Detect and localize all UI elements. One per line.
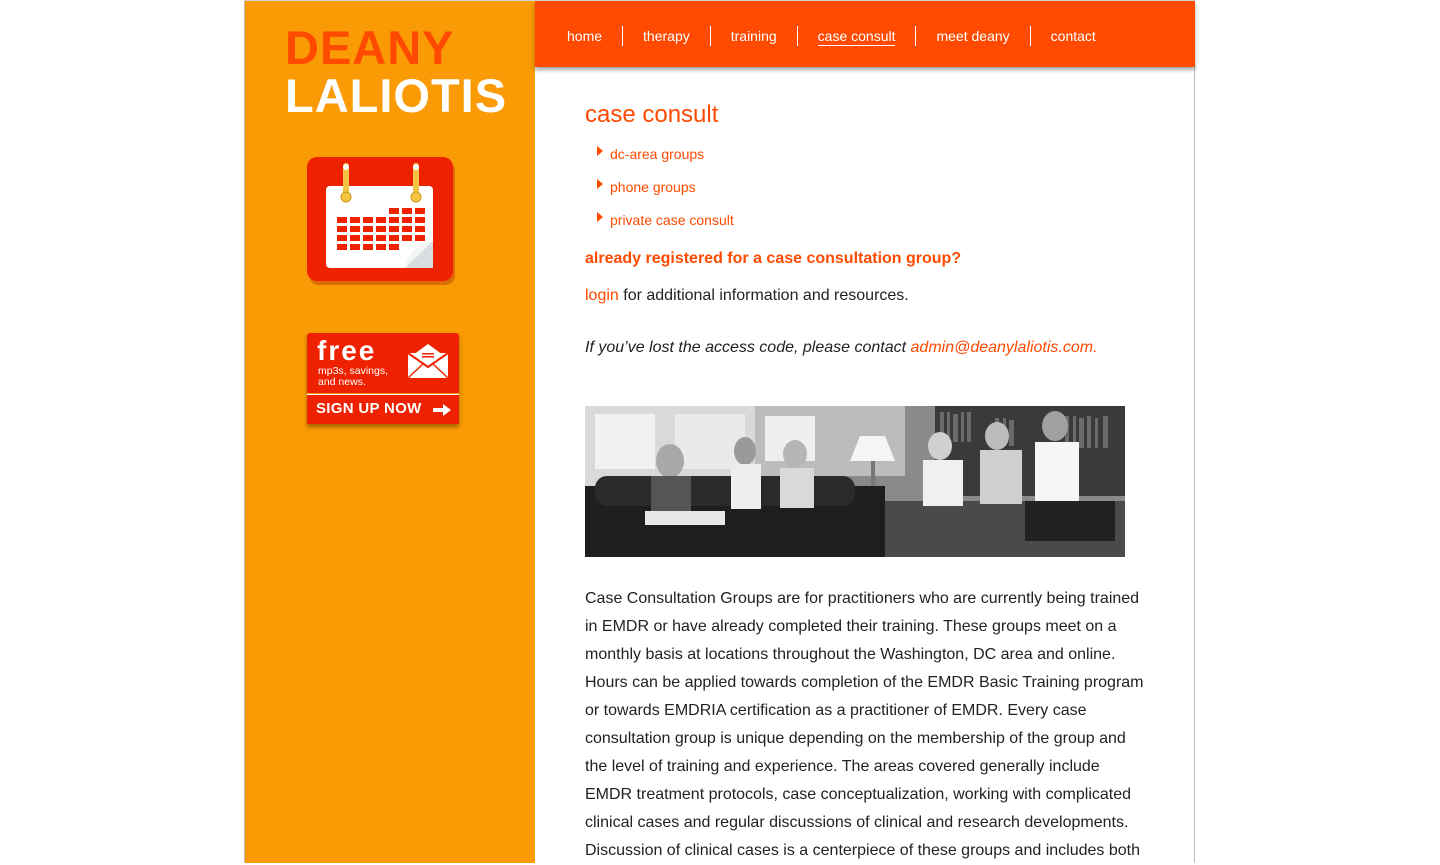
newsletter-signup-button[interactable]: free mp3s, savings, and news. SIGN UP NO… (307, 333, 459, 424)
body-paragraph: Case Consultation Groups are for practit… (585, 590, 1144, 859)
group-photo (585, 406, 1125, 557)
signup-banner-bottom: SIGN UP NOW (307, 394, 459, 424)
submenu-item: private case consult (585, 210, 1150, 243)
dc-area-groups-link[interactable]: dc-area groups (610, 146, 704, 162)
login-paragraph: login for additional information and res… (585, 285, 1150, 307)
registered-question: already registered for a case consultati… (585, 250, 962, 267)
signup-cta-label: SIGN UP NOW (316, 400, 422, 417)
free-label: free (317, 335, 377, 366)
submenu-item: dc-area groups (585, 144, 1150, 177)
calendar-button[interactable] (305, 155, 457, 287)
nav-home-label: home (567, 28, 603, 44)
nav-training[interactable]: training (711, 26, 798, 46)
nav-case-consult-label: case consult (817, 28, 896, 46)
calendar-icon (307, 157, 455, 285)
nav-list: home therapy training case consult meet … (535, 26, 1116, 46)
nav-meet-deany[interactable]: meet deany (916, 26, 1031, 46)
triangle-bullet-icon (597, 212, 603, 222)
login-rest-text: for additional information and resources… (618, 287, 909, 304)
case-consult-submenu: dc-area groups phone groups private case… (585, 144, 1150, 243)
lost-code-paragraph: If you’ve lost the access code, please c… (585, 337, 1150, 359)
nav-therapy[interactable]: therapy (623, 26, 711, 46)
page-title: case consult (585, 101, 719, 128)
sidebar (245, 1, 535, 863)
login-link[interactable]: login (585, 287, 619, 304)
triangle-bullet-icon (597, 179, 603, 189)
signup-subtext: mp3s, savings, and news. (318, 365, 389, 388)
nav-contact[interactable]: contact (1031, 26, 1116, 46)
envelope-icon (407, 344, 449, 379)
nav-home[interactable]: home (535, 26, 624, 46)
submenu-item: phone groups (585, 177, 1150, 210)
nav-meet-deany-label: meet deany (936, 28, 1010, 44)
admin-email-link[interactable]: admin@deanylaliotis.com. (911, 339, 1098, 356)
nav-contact-label: contact (1050, 28, 1096, 44)
top-navigation: home therapy training case consult meet … (535, 1, 1195, 67)
arrow-right-icon (433, 404, 451, 416)
nav-case-consult[interactable]: case consult (798, 26, 917, 46)
private-case-consult-link[interactable]: private case consult (610, 212, 734, 228)
lost-code-text: If you’ve lost the access code, please c… (585, 339, 911, 356)
phone-groups-link[interactable]: phone groups (610, 179, 696, 195)
logo-name-first[interactable]: DEANY (285, 22, 455, 74)
main-content: case consult dc-area groups phone groups… (585, 100, 1150, 865)
nav-training-label: training (730, 28, 777, 44)
logo-name-last[interactable]: LALIOTIS (285, 70, 507, 122)
signup-banner-top: free mp3s, savings, and news. (307, 333, 459, 393)
nav-therapy-label: therapy (643, 28, 690, 44)
triangle-bullet-icon (597, 146, 603, 156)
